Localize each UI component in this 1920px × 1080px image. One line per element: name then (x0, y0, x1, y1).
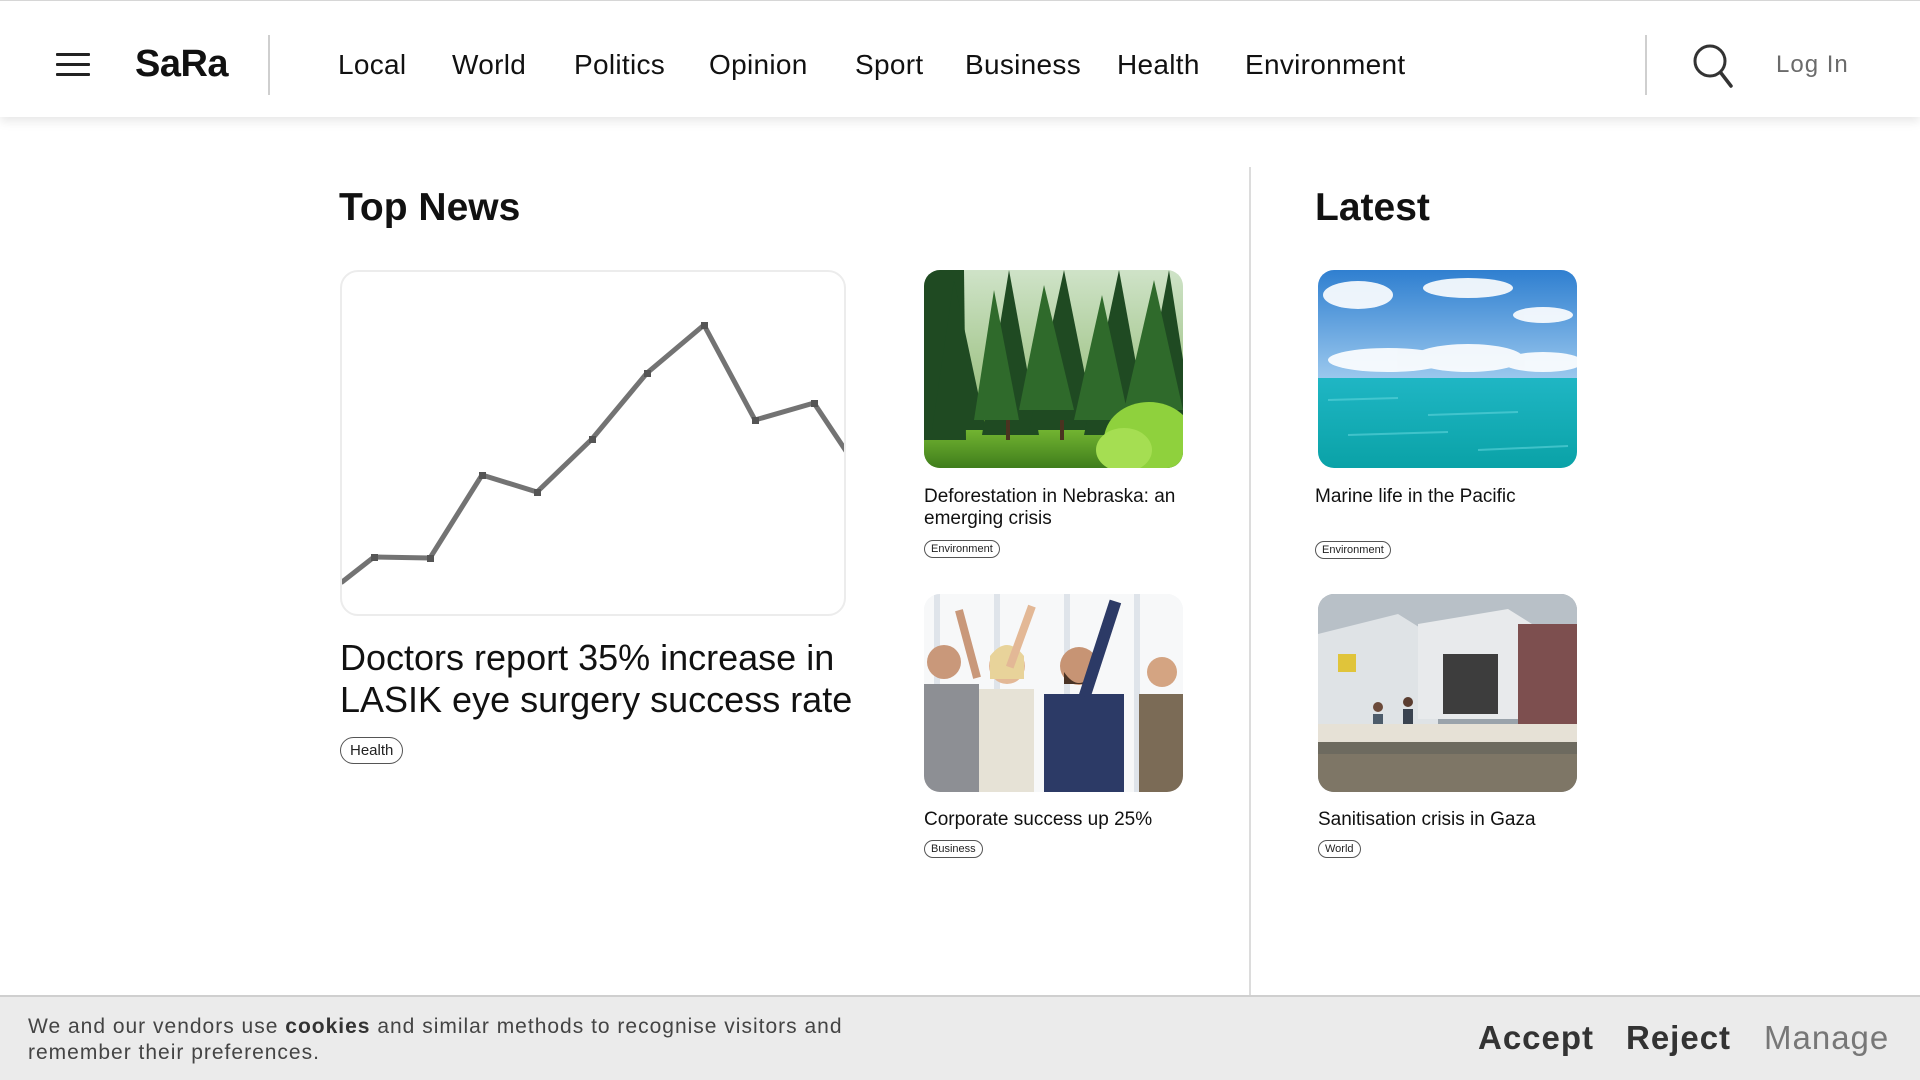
lead-story-headline[interactable]: Doctors report 35% increase in LASIK eye… (340, 637, 880, 721)
login-link[interactable]: Log In (1776, 51, 1849, 79)
manage-button[interactable]: Manage (1764, 1019, 1889, 1057)
story-title[interactable]: Sanitisation crisis in Gaza (1318, 809, 1588, 831)
site-logo[interactable]: SaRa (135, 43, 229, 86)
story-image-camp[interactable] (1318, 594, 1577, 792)
nav-opinion[interactable]: Opinion (709, 49, 808, 81)
cookie-message: We and our vendors use cookies and simil… (28, 1014, 928, 1066)
celebrating-team-image (924, 594, 1183, 792)
nav-health[interactable]: Health (1117, 49, 1200, 81)
reject-button[interactable]: Reject (1626, 1019, 1731, 1057)
accept-button[interactable]: Accept (1478, 1019, 1594, 1057)
nav-local[interactable]: Local (338, 49, 406, 81)
story-tag[interactable]: Environment (924, 540, 1000, 558)
site-header: SaRa Local World Politics Opinion Sport … (0, 0, 1920, 117)
search-icon[interactable] (1692, 43, 1734, 89)
latest-heading: Latest (1315, 186, 1430, 229)
nav-environment[interactable]: Environment (1245, 49, 1406, 81)
menu-icon[interactable] (56, 53, 90, 77)
turquoise-ocean-image (1318, 270, 1577, 468)
header-divider (1645, 35, 1647, 95)
cookie-link[interactable]: cookies (285, 1015, 370, 1038)
cookie-text-before: We and our vendors use (28, 1015, 286, 1038)
nav-business[interactable]: Business (965, 49, 1081, 81)
pine-forest-image (924, 270, 1183, 468)
flooded-camp-image (1318, 594, 1577, 792)
header-divider (268, 35, 270, 95)
story-tag[interactable]: World (1318, 840, 1361, 858)
cookie-banner: We and our vendors use cookies and simil… (0, 995, 1920, 1080)
story-image-business[interactable] (924, 594, 1183, 792)
nav-sport[interactable]: Sport (855, 49, 923, 81)
nav-world[interactable]: World (452, 49, 526, 81)
story-image-forest[interactable] (924, 270, 1183, 468)
story-title[interactable]: Deforestation in Nebraska: an emerging c… (924, 486, 1194, 530)
column-divider (1249, 167, 1251, 997)
story-title[interactable]: Corporate success up 25% (924, 809, 1194, 831)
top-news-heading: Top News (339, 186, 521, 229)
story-tag[interactable]: Environment (1315, 541, 1391, 559)
story-title[interactable]: Marine life in the Pacific (1315, 486, 1585, 508)
lead-story-tag[interactable]: Health (340, 737, 404, 764)
nav-politics[interactable]: Politics (574, 49, 665, 81)
story-image-ocean[interactable] (1318, 270, 1577, 468)
lead-story-image[interactable] (340, 270, 846, 616)
line-chart-graphic (342, 322, 844, 585)
story-tag[interactable]: Business (924, 840, 983, 858)
